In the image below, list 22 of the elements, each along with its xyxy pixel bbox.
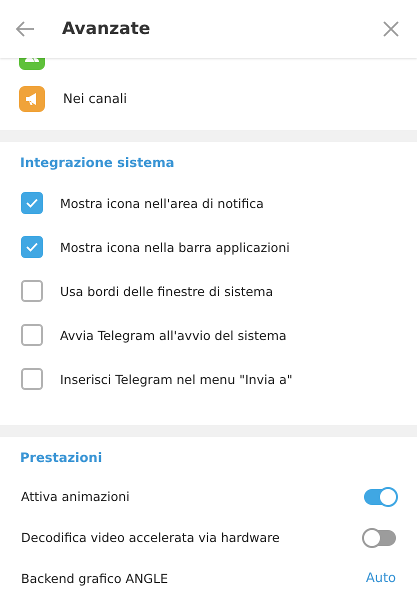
section-title: Prestazioni: [19, 450, 104, 468]
checkbox[interactable]: [21, 192, 43, 214]
checkbox[interactable]: [21, 324, 43, 346]
checkbox-label[interactable]: Avvia Telegram all'avvio del sistema: [60, 328, 287, 342]
toggle-switch[interactable]: [364, 488, 396, 504]
section-title: Integrazione sistema: [19, 155, 176, 173]
checkbox[interactable]: [21, 236, 43, 258]
checkmark-icon: [26, 242, 38, 252]
setting-label: Decodifica video accelerata via hardware: [21, 530, 280, 545]
close-icon[interactable]: [382, 20, 400, 38]
checkbox-label[interactable]: Mostra icona nella barra applicazioni: [60, 240, 290, 254]
chat-type-label[interactable]: Nei canali: [63, 92, 128, 106]
window-title: Avanzate: [62, 19, 152, 39]
checkbox-label[interactable]: Inserisci Telegram nel menu "Invia a": [60, 372, 293, 386]
checkbox[interactable]: [21, 368, 43, 390]
setting-label: Attiva animazioni: [21, 489, 130, 504]
checkbox-label[interactable]: Mostra icona nell'area di notifica: [60, 196, 264, 210]
checkbox[interactable]: [21, 280, 43, 302]
checkmark-icon: [26, 198, 38, 208]
toggle-switch[interactable]: [364, 530, 396, 546]
checkbox-label[interactable]: Usa bordi delle finestre di sistema: [60, 284, 274, 298]
setting-label: Backend grafico ANGLE: [21, 571, 168, 586]
